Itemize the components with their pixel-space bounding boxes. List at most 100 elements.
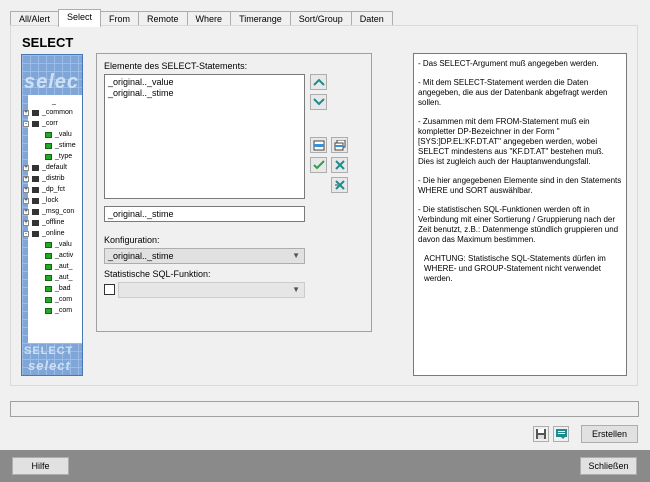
tree-item-label: _aut_ bbox=[55, 274, 73, 281]
element-tree[interactable]: selec SELECT select _ + _common - _corr _valu… bbox=[21, 54, 83, 376]
expand-icon[interactable]: - bbox=[23, 120, 29, 127]
node-icon bbox=[32, 120, 39, 127]
replace-element-button[interactable] bbox=[331, 137, 348, 153]
expand-icon[interactable]: + bbox=[23, 109, 29, 116]
tree-item[interactable]: _stime bbox=[45, 140, 76, 151]
query-button[interactable] bbox=[553, 426, 569, 442]
tree-item[interactable]: _com bbox=[45, 294, 72, 305]
expand-icon[interactable]: + bbox=[23, 186, 29, 193]
delete-all-icon bbox=[334, 180, 345, 190]
tree-item[interactable]: _activ bbox=[45, 250, 73, 261]
config-label: Konfiguration: bbox=[104, 235, 160, 245]
tree-item-label: _com bbox=[55, 307, 73, 314]
config-select[interactable]: _original.._stime ▼ bbox=[104, 248, 305, 264]
move-down-button[interactable] bbox=[310, 94, 327, 110]
tree-item[interactable]: _valu bbox=[45, 129, 72, 140]
element-icon bbox=[45, 241, 52, 248]
expand-icon[interactable]: + bbox=[23, 219, 29, 226]
node-icon bbox=[32, 186, 39, 193]
create-button[interactable]: Erstellen bbox=[581, 425, 638, 443]
help-paragraph: - Zusammen mit dem FROM-Statement muß ei… bbox=[418, 117, 604, 166]
tree-item-label: _valu bbox=[55, 241, 72, 248]
check-icon bbox=[312, 160, 325, 170]
select-panel: SELECT selec SELECT select _ + _common - _co… bbox=[10, 25, 638, 386]
page-title: SELECT bbox=[22, 35, 74, 50]
tree-item[interactable]: + _msg_con bbox=[23, 206, 74, 217]
tree-item[interactable]: + _default bbox=[23, 162, 67, 173]
tree-watermark-top: selec bbox=[24, 71, 80, 93]
close-icon bbox=[334, 160, 345, 170]
element-icon bbox=[45, 285, 52, 292]
tree-item[interactable]: _aut_ bbox=[45, 261, 73, 272]
expand-icon[interactable]: - bbox=[23, 230, 29, 237]
help-paragraph: - Die hier angegebenen Elemente sind in … bbox=[418, 176, 622, 195]
node-icon bbox=[32, 164, 39, 171]
sqlfunc-label: Statistische SQL-Funktion: bbox=[104, 269, 211, 279]
tree-item-label: _msg_con bbox=[42, 208, 75, 215]
expand-icon[interactable]: + bbox=[23, 197, 29, 204]
help-paragraph: - Die statistischen SQL-Funktionen werde… bbox=[418, 205, 619, 244]
chevron-down-icon: ▼ bbox=[292, 285, 300, 294]
tree-item-label: _common bbox=[42, 109, 73, 116]
replace-row-icon bbox=[334, 139, 345, 150]
tree-item-label: _corr bbox=[42, 120, 58, 127]
tree-item-label: _ bbox=[52, 98, 56, 105]
tree-item[interactable]: _type bbox=[45, 151, 72, 162]
query-icon bbox=[555, 429, 567, 439]
chevron-up-icon bbox=[312, 78, 325, 86]
tree-item[interactable]: - _online bbox=[23, 228, 65, 239]
sqlfunc-checkbox[interactable] bbox=[104, 284, 115, 295]
tree-item[interactable]: + _common bbox=[23, 107, 73, 118]
tree-item-label: _com bbox=[55, 296, 73, 303]
node-icon bbox=[32, 230, 39, 237]
list-item[interactable]: _original.._value bbox=[108, 77, 301, 88]
tree-item[interactable]: + _distrib bbox=[23, 173, 65, 184]
accept-button[interactable] bbox=[310, 157, 327, 173]
element-icon bbox=[45, 153, 52, 160]
tree-item-label: _activ bbox=[55, 252, 74, 259]
delete-button[interactable] bbox=[331, 157, 348, 173]
help-paragraph: - Mit dem SELECT-Statement werden die Da… bbox=[418, 78, 608, 107]
move-up-button[interactable] bbox=[310, 74, 327, 90]
tree-item-label: _bad bbox=[55, 285, 71, 292]
tree-item-label: _online bbox=[42, 230, 65, 237]
insert-row-icon bbox=[313, 140, 324, 150]
help-button[interactable]: Hilfe bbox=[12, 457, 69, 475]
node-icon bbox=[32, 109, 39, 116]
tree-item[interactable]: _com bbox=[45, 305, 72, 316]
element-icon bbox=[45, 274, 52, 281]
chevron-down-icon bbox=[312, 98, 325, 106]
tree-item-label: _lock bbox=[42, 197, 59, 204]
element-icon bbox=[45, 307, 52, 314]
node-icon bbox=[32, 219, 39, 226]
sqlfunc-select[interactable]: ▼ bbox=[118, 282, 305, 298]
tree-item[interactable]: _bad bbox=[45, 283, 71, 294]
tree-item[interactable]: + _lock bbox=[23, 195, 58, 206]
tree-item[interactable]: + _offline bbox=[23, 217, 64, 228]
insert-element-button[interactable] bbox=[310, 137, 327, 153]
tree-item[interactable]: - _corr bbox=[23, 118, 58, 129]
element-name-field[interactable]: _original.._stime bbox=[104, 206, 305, 222]
list-item[interactable]: _original.._stime bbox=[108, 88, 301, 99]
expand-icon[interactable]: + bbox=[23, 164, 29, 171]
elements-list[interactable]: _original.._value _original.._stime bbox=[104, 74, 305, 199]
delete-all-button[interactable] bbox=[331, 177, 348, 193]
tree-item-label: _offline bbox=[42, 219, 65, 226]
save-icon bbox=[536, 429, 546, 439]
tree-item[interactable]: _ bbox=[52, 96, 56, 107]
close-button[interactable]: Schließen bbox=[580, 457, 637, 475]
tree-item[interactable]: _aut_ bbox=[45, 272, 73, 283]
expand-icon[interactable]: + bbox=[23, 175, 29, 182]
element-icon bbox=[45, 252, 52, 259]
tree-item-label: _valu bbox=[55, 131, 72, 138]
tree-watermark-mid: SELECT bbox=[24, 345, 74, 357]
help-paragraph: ACHTUNG: Statistische SQL-Statements dür… bbox=[424, 254, 606, 283]
status-bar bbox=[10, 401, 639, 417]
expand-icon[interactable]: + bbox=[23, 208, 29, 215]
tree-item[interactable]: _valu bbox=[45, 239, 72, 250]
save-button[interactable] bbox=[533, 426, 549, 442]
tab-bar: All/Alert Select From Remote Where Timer… bbox=[10, 9, 393, 27]
tab-select[interactable]: Select bbox=[58, 9, 102, 27]
elements-label: Elemente des SELECT-Statements: bbox=[104, 61, 248, 71]
tree-item[interactable]: + _dp_fct bbox=[23, 184, 65, 195]
